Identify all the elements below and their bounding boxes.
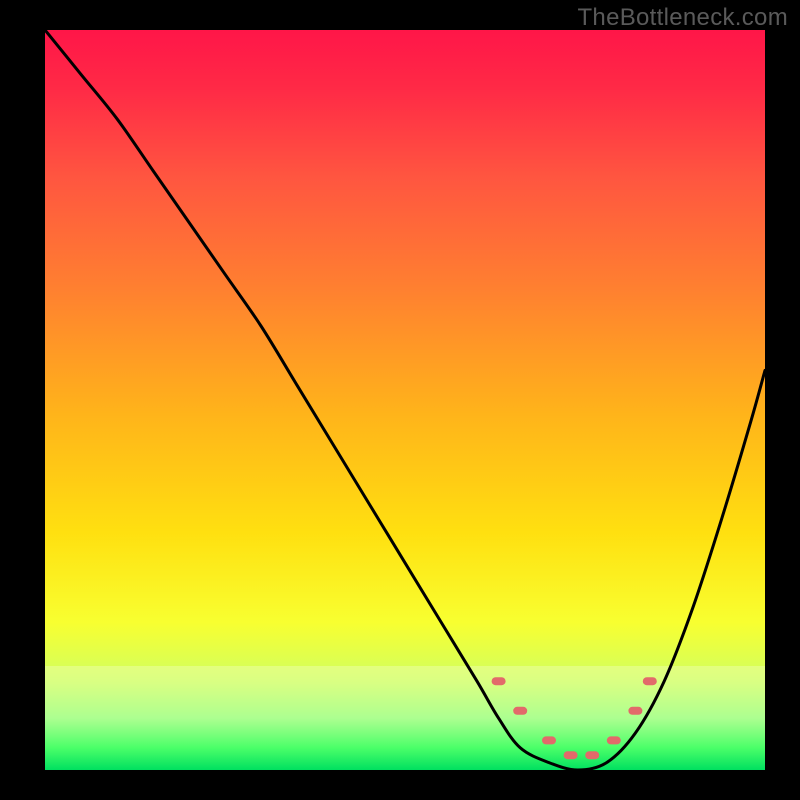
- watermark-text: TheBottleneck.com: [577, 4, 788, 32]
- optimal-range-marker: [564, 751, 578, 759]
- optimal-range-marker: [492, 677, 506, 685]
- curve-layer: [45, 30, 765, 770]
- plot-area: [45, 30, 765, 770]
- optimal-range-marker: [513, 707, 527, 715]
- optimal-range-marker: [585, 751, 599, 759]
- optimal-range-marker: [643, 677, 657, 685]
- bottleneck-curve: [45, 30, 765, 770]
- optimal-range-markers: [492, 677, 657, 759]
- optimal-range-marker: [542, 736, 556, 744]
- optimal-range-marker: [607, 736, 621, 744]
- optimal-range-marker: [628, 707, 642, 715]
